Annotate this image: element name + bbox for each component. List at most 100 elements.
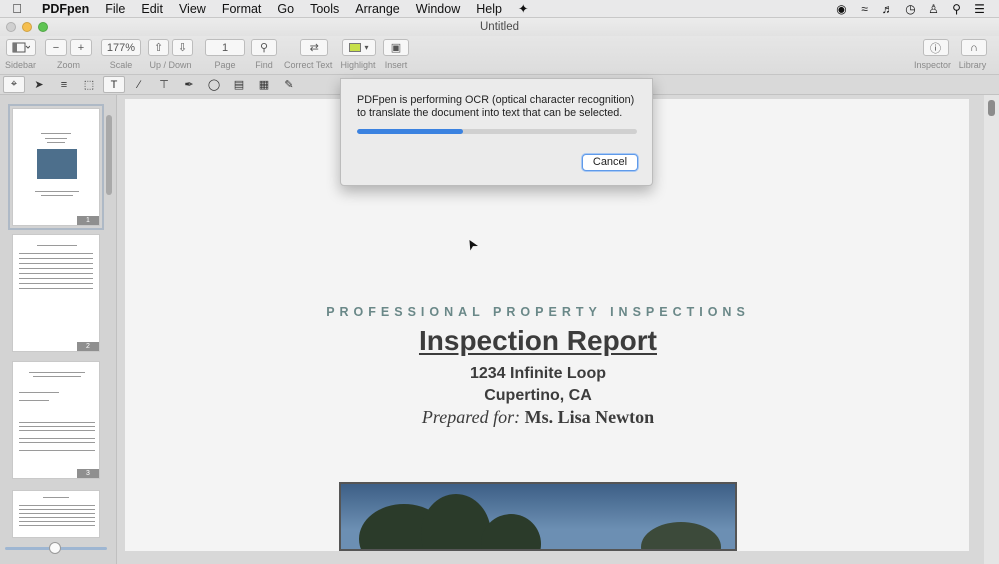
page-field[interactable]: 1 — [205, 39, 245, 56]
comment-tool-icon[interactable]: ◯ — [203, 76, 225, 93]
find-button[interactable]: ⚲ — [251, 39, 277, 56]
thumb-line — [19, 450, 95, 451]
window-title: Untitled — [480, 21, 519, 33]
search-icon: ⚲ — [259, 42, 269, 54]
script-menu-icon[interactable]: ✦ — [510, 0, 536, 18]
correct-text-button[interactable]: ⇄ — [300, 39, 329, 56]
wifi-icon[interactable]: ≈ — [853, 2, 876, 16]
page-thumbnail-4[interactable] — [12, 490, 100, 538]
thumb-line — [19, 392, 59, 393]
thumb-line — [19, 253, 93, 254]
document-scrollbar[interactable] — [984, 95, 999, 564]
close-button[interactable] — [6, 22, 16, 32]
link-tool-icon[interactable]: ▦ — [253, 76, 275, 93]
text-select-tool-icon[interactable]: ⌖ — [3, 76, 25, 93]
menu-help[interactable]: Help — [468, 0, 510, 18]
ocr-progress-dialog: PDFpen is performing OCR (optical charac… — [340, 78, 653, 186]
page-number-badge: 3 — [77, 469, 99, 478]
library-icon: ∩ — [970, 41, 978, 54]
correct-text-tool-icon[interactable]: ∕ — [128, 76, 150, 93]
zoom-out-button[interactable]: − — [45, 39, 67, 56]
ocr-message: PDFpen is performing OCR (optical charac… — [357, 94, 635, 119]
thumb-line — [19, 422, 95, 423]
thumb-line — [19, 509, 95, 510]
scale-field[interactable]: 177% — [101, 39, 141, 56]
updown-control: ⇧ ⇩ Up / Down — [148, 39, 193, 70]
insert-button[interactable]: ▣ — [383, 39, 409, 56]
ocr-progress-bar — [357, 129, 637, 134]
note-tool-icon[interactable]: ▤ — [228, 76, 250, 93]
menu-view[interactable]: View — [171, 0, 214, 18]
record-icon[interactable]: ◉ — [830, 2, 853, 16]
library-button[interactable]: ∩ — [961, 39, 987, 56]
page-thumbnail-3[interactable]: 3 — [12, 361, 100, 479]
sidebar-button[interactable] — [5, 39, 36, 56]
window-controls — [6, 22, 48, 32]
report-title: Inspection Report — [418, 325, 657, 356]
spotlight-icon[interactable]: ⚲ — [945, 2, 968, 16]
menu-window[interactable]: Window — [408, 0, 468, 18]
thumb-line — [19, 521, 95, 522]
page-thumbnail-1[interactable]: 1 — [8, 104, 104, 230]
sidebar-control: Sidebar — [5, 39, 36, 70]
marquee-tool-icon[interactable]: ⬚ — [78, 76, 100, 93]
clock-icon[interactable]: ◷ — [899, 2, 922, 16]
image-icon: ▣ — [390, 42, 402, 54]
typewriter-tool-icon[interactable]: T — [103, 76, 125, 93]
document-scroll-thumb[interactable] — [988, 100, 995, 116]
cancel-button[interactable]: Cancel — [582, 154, 638, 171]
minimize-button[interactable] — [22, 22, 32, 32]
page-down-button[interactable]: ⇩ — [172, 39, 193, 56]
property-photo — [339, 482, 737, 551]
volume-icon[interactable]: ♬ — [876, 2, 899, 16]
menu-go[interactable]: Go — [269, 0, 302, 18]
sidebar-scrollbar[interactable] — [106, 115, 112, 195]
prepared-for-label: Prepared for: — [421, 407, 521, 427]
zoom-in-button[interactable]: + — [70, 39, 92, 56]
page-up-button[interactable]: ⇧ — [148, 39, 169, 56]
find-control: ⚲ Find — [251, 39, 277, 70]
thumb-line — [29, 372, 85, 373]
menu-file[interactable]: File — [97, 0, 133, 18]
page-sidebar: 1 2 3 — [0, 95, 117, 564]
pen-tool-icon[interactable]: ✒ — [178, 76, 200, 93]
slider-knob[interactable] — [49, 542, 62, 554]
page-number-badge: 1 — [77, 216, 99, 225]
menu-bar:  PDFpen File Edit View Format Go Tools … — [0, 0, 999, 18]
photo-tree — [481, 514, 541, 549]
prepared-for: Prepared for: Ms. Lisa Newton — [125, 407, 951, 428]
page-thumbnail-2[interactable]: 2 — [12, 234, 100, 352]
apple-menu-icon[interactable]:  — [0, 1, 34, 16]
thumbnail-zoom-slider[interactable] — [5, 542, 107, 554]
inspector-control: ⓘ Inspector — [914, 39, 951, 70]
address-line-1: 1234 Infinite Loop — [469, 365, 606, 382]
thumb-line — [19, 283, 93, 284]
thumb-line — [19, 400, 49, 401]
inspector-button[interactable]: ⓘ — [922, 39, 949, 56]
toolbar: Sidebar − + Zoom 177% Scale ⇧ ⇩ Up / Dow… — [0, 36, 999, 74]
thumb-line — [43, 497, 69, 498]
user-icon[interactable]: ♙ — [922, 2, 945, 16]
pointer-tool-icon[interactable]: ➤ — [28, 76, 50, 93]
thumb-line — [19, 513, 95, 514]
zoom-window-button[interactable] — [38, 22, 48, 32]
menu-app-name[interactable]: PDFpen — [34, 0, 97, 18]
menu-tools[interactable]: Tools — [302, 0, 347, 18]
menu-edit[interactable]: Edit — [133, 0, 171, 18]
page-number-badge: 2 — [77, 342, 99, 351]
page-control: 1 Page — [205, 39, 245, 70]
correct-text-label: Correct Text — [284, 60, 333, 70]
thumb-photo — [37, 149, 77, 179]
sidebar-icon — [12, 42, 30, 53]
notification-icon[interactable]: ☰ — [968, 2, 991, 16]
edit-tool-icon[interactable]: ✎ — [278, 76, 300, 93]
highlight-button[interactable]: ▾ — [342, 39, 376, 56]
column-select-tool-icon[interactable]: ≡ — [53, 76, 75, 93]
thumb-line — [19, 426, 95, 427]
menu-arrange[interactable]: Arrange — [347, 0, 407, 18]
text-box-tool-icon[interactable]: ⊤ — [153, 76, 175, 93]
menu-format[interactable]: Format — [214, 0, 270, 18]
thumb-line — [45, 138, 67, 139]
thumb-line — [41, 133, 71, 134]
highlight-label: Highlight — [340, 60, 376, 70]
